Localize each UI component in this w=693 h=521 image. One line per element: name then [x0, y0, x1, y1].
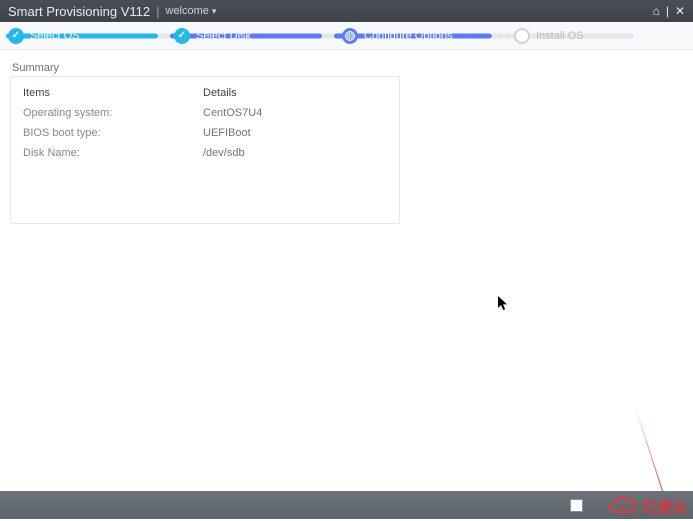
separator: |: [666, 4, 669, 18]
spinner-icon: [342, 28, 358, 44]
svg-text:∞: ∞: [620, 502, 627, 512]
step-select-os[interactable]: Select OS: [8, 28, 80, 44]
table-row: Operating system: CentOS7U4: [23, 103, 387, 123]
step-configure-options[interactable]: Configure Options: [342, 28, 453, 44]
footer-bar: [0, 491, 693, 519]
summary-header-row: Items Details: [23, 83, 387, 103]
table-row: Disk Name: /dev/sdb: [23, 143, 387, 163]
cursor-icon: [498, 296, 509, 315]
content-area: Summary Items Details Operating system: …: [0, 50, 693, 224]
table-row: BIOS boot type: UEFIBoot: [23, 123, 387, 143]
title-bar: Smart Provisioning V112 | welcome ▾ ⌂ | …: [0, 0, 693, 22]
watermark-text: 亿速云: [642, 496, 687, 517]
title-divider: |: [156, 4, 159, 19]
step-install-os[interactable]: Install OS: [514, 28, 584, 44]
footer-checkbox[interactable]: [570, 499, 583, 512]
row-key: Disk Name:: [23, 147, 203, 159]
watermark: ∞ 亿速云: [608, 495, 687, 517]
step-label: Install OS: [536, 30, 584, 42]
welcome-menu[interactable]: welcome ▾: [166, 5, 217, 17]
step-label: Configure Options: [364, 30, 453, 42]
check-icon: [8, 28, 24, 44]
progress-steps: Select OS Select Disk Configure Options …: [0, 22, 693, 50]
app-title: Smart Provisioning V112: [8, 4, 150, 19]
step-label: Select OS: [30, 30, 80, 42]
row-val: UEFIBoot: [203, 127, 387, 139]
row-key: BIOS boot type:: [23, 127, 203, 139]
pending-icon: [514, 28, 530, 44]
step-label: Select Disk: [196, 30, 251, 42]
welcome-label: welcome: [166, 5, 209, 17]
col-details: Details: [203, 87, 387, 99]
row-val: CentOS7U4: [203, 107, 387, 119]
step-select-disk[interactable]: Select Disk: [174, 28, 251, 44]
row-key: Operating system:: [23, 107, 203, 119]
cloud-icon: ∞: [608, 495, 638, 517]
home-icon[interactable]: ⌂: [653, 4, 660, 18]
row-val: /dev/sdb: [203, 147, 387, 159]
summary-heading: Summary: [12, 62, 683, 74]
chevron-down-icon: ▾: [212, 6, 217, 17]
summary-panel: Items Details Operating system: CentOS7U…: [10, 76, 400, 224]
close-icon[interactable]: ✕: [675, 4, 685, 18]
watermark-line: [634, 405, 663, 491]
col-items: Items: [23, 87, 203, 99]
check-icon: [174, 28, 190, 44]
